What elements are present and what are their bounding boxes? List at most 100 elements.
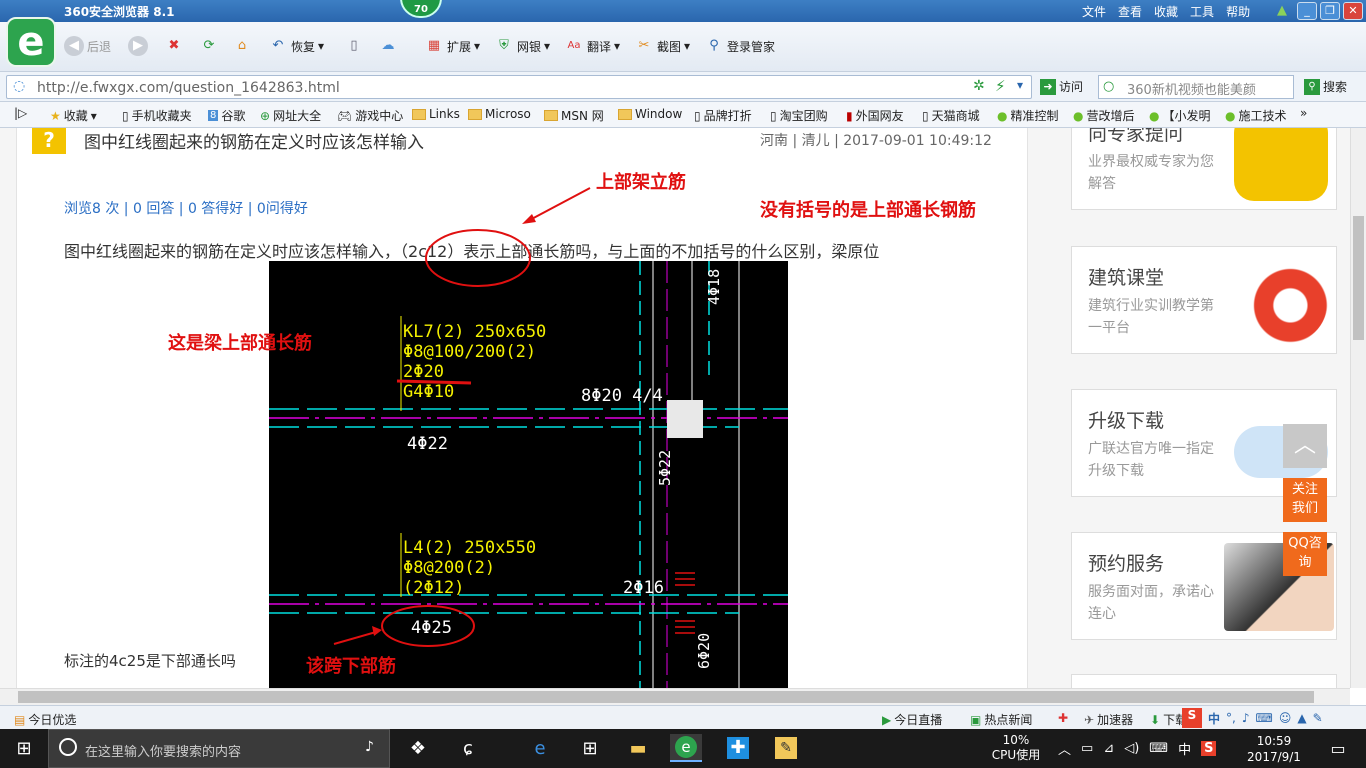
windows-start-icon[interactable]: ⊞ (8, 734, 40, 762)
mobile-button[interactable]: ▯ (344, 36, 364, 56)
edge-icon[interactable]: e (524, 734, 556, 762)
mic-icon[interactable]: ♪ (365, 739, 374, 755)
clock[interactable]: 10:59 2017/9/1 (1244, 733, 1304, 765)
cloud-button[interactable]: ☁ (378, 36, 398, 56)
url-field[interactable]: ◌ http://e.fwxgx.com/question_1642863.ht… (6, 75, 1032, 99)
speed-badge[interactable]: 70 (400, 0, 442, 18)
bookmark-mobile[interactable]: ▯ 手机收藏夹 (122, 107, 192, 124)
lightning-icon[interactable]: ⚡ (995, 77, 1006, 95)
qq-consult-button[interactable]: QQ咨询 (1283, 532, 1327, 576)
task-view-icon[interactable]: ❖ (402, 734, 434, 762)
network-icon[interactable]: ⊿ (1103, 741, 1114, 756)
cortana-icon (59, 738, 77, 756)
bookmark-microso[interactable]: Microso (468, 107, 531, 121)
back-to-top-button[interactable]: ︿ (1283, 424, 1327, 468)
toolbar: ◀ 后退 ▶ ✖ ⟳ ⌂ ↶ 恢复 ▾ ▯ ☁ ▦ 扩展 ▾ ⛨ 网银 ▾ Aa 翻译… (0, 22, 1366, 72)
browser-logo[interactable]: e (6, 17, 56, 67)
bookmark-sites[interactable]: ⊕ 网址大全 (260, 107, 321, 124)
notes-app-icon[interactable]: ✎ (770, 734, 802, 762)
menu-file[interactable]: 文件 (1082, 3, 1106, 20)
volume-icon[interactable]: ◁) (1124, 741, 1139, 756)
explorer-icon[interactable]: ▬ (622, 734, 654, 762)
follow-us-button[interactable]: 关注我们 (1283, 478, 1327, 522)
notification-icon[interactable]: ▭ (1322, 734, 1354, 762)
accelerator-button[interactable]: ✈ 加速器 (1084, 711, 1133, 728)
url-text[interactable]: http://e.fwxgx.com/question_1642863.html (37, 80, 340, 96)
search-button[interactable]: ⚲ 搜索 (1304, 78, 1347, 95)
chevron-down-icon: ▾ (684, 39, 691, 53)
login-manager-button[interactable]: ⚲ 登录管家 (704, 36, 775, 56)
annotation-beam-top: 这是梁上部通长筋 (168, 333, 312, 354)
more-bookmarks-icon[interactable]: » (1300, 106, 1307, 120)
sidebar-card-expert[interactable]: 向专家提问 业界最权威专家为您解答 (1071, 128, 1337, 210)
horizontal-scrollbar[interactable] (0, 688, 1350, 705)
menu-view[interactable]: 查看 (1118, 3, 1142, 20)
bookmark-google[interactable]: 8 谷歌 (208, 107, 245, 124)
close-button[interactable]: ✕ (1343, 2, 1363, 20)
tray-expand-icon[interactable]: ︿ (1058, 739, 1071, 758)
restore-button[interactable]: ↶ 恢复 ▾ (268, 36, 325, 56)
home-button[interactable]: ⌂ (232, 36, 252, 56)
menu-help[interactable]: 帮助 (1226, 3, 1250, 20)
bookmark-vat[interactable]: ● 营改增后 (1073, 107, 1135, 124)
login-label: 登录管家 (727, 39, 776, 54)
taskbar-search[interactable]: 在这里输入你要搜索的内容 ♪ (48, 729, 390, 768)
bookmark-games[interactable]: 🎮︎ 游戏中心 (337, 107, 403, 124)
bookmark-construction[interactable]: ● 施工技术 (1225, 107, 1287, 124)
maximize-button[interactable]: ❐ (1320, 2, 1340, 20)
scroll-thumb[interactable] (1353, 216, 1364, 340)
accelerator-label: 加速器 (1097, 713, 1134, 727)
bookmark-taobao[interactable]: ▯ 淘宝团购 (770, 107, 828, 124)
bank-label: 网银 (517, 39, 542, 54)
keyboard-icon[interactable]: ⌨ (1149, 741, 1168, 756)
bookmark-label: 施工技术 (1238, 109, 1287, 123)
sidebar-card-classroom[interactable]: 建筑课堂 建筑行业实训教学第一平台 (1071, 246, 1337, 354)
restore-label: 恢复 (291, 39, 316, 54)
vertical-scrollbar[interactable] (1350, 128, 1366, 688)
cpu-meter[interactable]: 10% CPU使用 (988, 733, 1044, 763)
bookmark-invention[interactable]: ● 【小发明 (1149, 107, 1211, 124)
cpu-label: CPU使用 (991, 748, 1041, 762)
browser-360-icon[interactable]: e (670, 734, 702, 762)
bookmark-label: Microso (485, 107, 531, 121)
sidebar-toggle-icon[interactable]: |▷ (14, 106, 27, 120)
swirl-app-icon[interactable]: ɕ (452, 734, 484, 762)
extend-button[interactable]: ▦ 扩展 ▾ (424, 36, 480, 56)
stop-button[interactable]: ✖ (164, 36, 184, 56)
bookmark-msn[interactable]: MSN 网 (544, 107, 604, 124)
bookmark-tmall[interactable]: ▯ 天猫商城 (922, 107, 980, 124)
bookmark-foreign[interactable]: ▮ 外国网友 (846, 107, 904, 124)
forward-button[interactable]: ▶ (128, 36, 148, 56)
bookmark-precise[interactable]: ● 精准控制 (997, 107, 1059, 124)
plus-square-icon: ✚ (727, 737, 749, 759)
url-dropdown-icon[interactable]: ▾ (1017, 78, 1023, 92)
live-button[interactable]: ▶ 今日直播 (882, 711, 942, 728)
tray-device-icon[interactable]: ▭ (1081, 741, 1093, 756)
sogou-ime-bar[interactable]: S 中 °, ♪ ⌨ ☺ ▲ ✎ (1182, 707, 1366, 729)
screenshot-button[interactable]: ✂ 截图 ▾ (634, 36, 691, 56)
minimize-button[interactable]: _ (1297, 2, 1317, 20)
bank-button[interactable]: ⛨ 网银 ▾ (494, 36, 550, 56)
bookmark-window[interactable]: Window (618, 107, 682, 121)
today-picks[interactable]: ▤ 今日优选 (14, 711, 76, 728)
search-field[interactable]: ○ 360新机视频也能美颜 (1098, 75, 1294, 99)
menu-favorites[interactable]: 收藏 (1154, 3, 1178, 20)
bookmark-label: 【小发明 (1162, 109, 1211, 123)
scroll-thumb[interactable] (18, 691, 1314, 703)
plus-app-icon[interactable]: ✚ (722, 734, 754, 762)
news-button[interactable]: ▣ 热点新闻 (970, 711, 1032, 728)
bookmark-discount[interactable]: ▯ 品牌打折 (694, 107, 752, 124)
menu-tools[interactable]: 工具 (1190, 3, 1214, 20)
addon-icon[interactable]: ✚ (1058, 711, 1068, 725)
store-icon[interactable]: ⊞ (574, 734, 606, 762)
go-button[interactable]: ➜ 访问 (1040, 78, 1083, 95)
refresh-button[interactable]: ⟳ (199, 36, 219, 56)
bookmark-favorites[interactable]: ★ 收藏 ▾ (50, 107, 97, 124)
language-indicator[interactable]: 中 (1178, 739, 1191, 758)
sogou-tray-icon[interactable]: S (1201, 741, 1217, 756)
bookmark-links[interactable]: Links (412, 107, 460, 121)
back-button[interactable]: ◀ 后退 (64, 36, 111, 56)
translate-button[interactable]: Aa 翻译 ▾ (564, 36, 621, 56)
bookmark-label: 游戏中心 (355, 109, 404, 123)
skin-icon[interactable]: ▲ (1272, 1, 1292, 21)
